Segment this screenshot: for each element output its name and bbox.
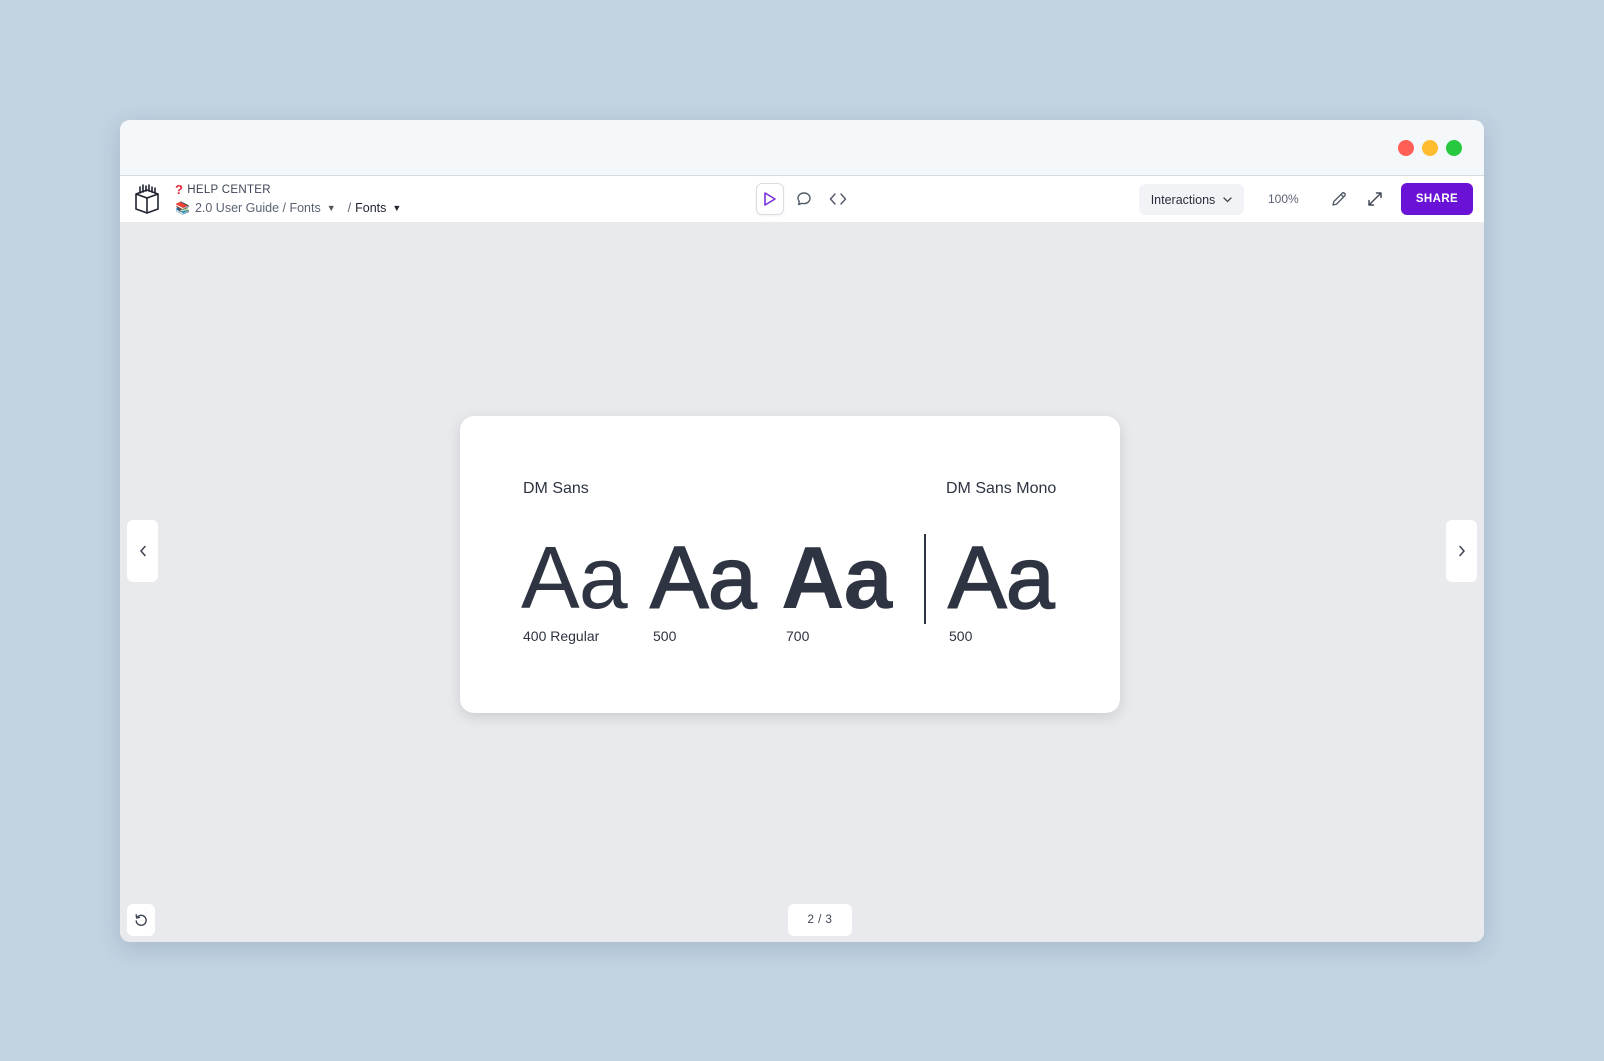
sample-divider	[924, 534, 926, 624]
play-button[interactable]	[756, 183, 784, 215]
weight-label-mono-medium: 500	[949, 628, 973, 644]
chevron-down-icon[interactable]: ▼	[392, 203, 401, 213]
play-icon	[764, 192, 776, 206]
maximize-window-button[interactable]	[1446, 140, 1462, 156]
code-icon	[829, 193, 847, 205]
toolbar: ? HELP CENTER 📚 2.0 User Guide / Fonts ▼…	[120, 176, 1484, 222]
breadcrumb-section-label: HELP CENTER	[187, 183, 271, 196]
font-name-dm-sans-mono: DM Sans Mono	[946, 480, 1057, 497]
weight-label-bold: 700	[786, 628, 810, 644]
previous-slide-button[interactable]	[127, 520, 158, 582]
presentation-canvas: DM Sans DM Sans Mono Aa Aa Aa Aa 400 Reg…	[120, 222, 1484, 942]
font-sample-regular: Aa	[521, 528, 628, 627]
slide-frame: DM Sans DM Sans Mono Aa Aa Aa Aa 400 Reg…	[460, 416, 1120, 713]
title-bar	[120, 120, 1484, 176]
books-icon: 📚	[175, 201, 190, 215]
question-mark-icon: ?	[175, 182, 184, 197]
font-name-dm-sans: DM Sans	[523, 480, 589, 497]
chevron-down-icon[interactable]: ▼	[327, 203, 336, 213]
breadcrumb-path: 📚 2.0 User Guide / Fonts ▼ / Fonts ▼	[175, 201, 401, 215]
view-mode-tools	[756, 183, 852, 215]
font-sample-bold: Aa	[781, 528, 892, 627]
pencil-icon[interactable]	[1330, 190, 1348, 208]
chevron-right-icon	[1458, 545, 1465, 557]
weight-label-regular: 400 Regular	[523, 628, 600, 644]
next-slide-button[interactable]	[1446, 520, 1477, 582]
chevron-left-icon	[139, 545, 146, 557]
logo-icon[interactable]	[134, 183, 160, 215]
close-window-button[interactable]	[1398, 140, 1414, 156]
chevron-down-icon	[1223, 196, 1232, 202]
restart-button[interactable]	[127, 904, 155, 936]
weight-label-medium: 500	[653, 628, 677, 644]
window-controls	[1398, 140, 1462, 156]
slide-pager: 2 / 3	[788, 904, 852, 936]
comment-icon	[797, 192, 811, 206]
breadcrumb-path-label[interactable]: 2.0 User Guide / Fonts	[195, 201, 321, 215]
share-button[interactable]: SHARE	[1401, 183, 1473, 215]
breadcrumb-current-page[interactable]: Fonts	[355, 201, 386, 215]
interactions-label: Interactions	[1150, 192, 1216, 207]
font-sample-medium: Aa	[649, 528, 757, 627]
breadcrumb-section[interactable]: ? HELP CENTER	[175, 182, 401, 197]
breadcrumb-separator: /	[347, 201, 352, 215]
comment-button[interactable]	[790, 183, 818, 215]
expand-icon[interactable]	[1366, 190, 1384, 208]
reset-icon	[135, 914, 147, 926]
zoom-level[interactable]: 100%	[1268, 192, 1299, 206]
code-button[interactable]	[824, 183, 852, 215]
app-window: ? HELP CENTER 📚 2.0 User Guide / Fonts ▼…	[120, 120, 1484, 942]
font-sample-mono-medium: Aa	[947, 528, 1055, 627]
breadcrumb: ? HELP CENTER 📚 2.0 User Guide / Fonts ▼…	[175, 182, 401, 215]
interactions-dropdown[interactable]: Interactions	[1139, 184, 1244, 215]
minimize-window-button[interactable]	[1422, 140, 1438, 156]
